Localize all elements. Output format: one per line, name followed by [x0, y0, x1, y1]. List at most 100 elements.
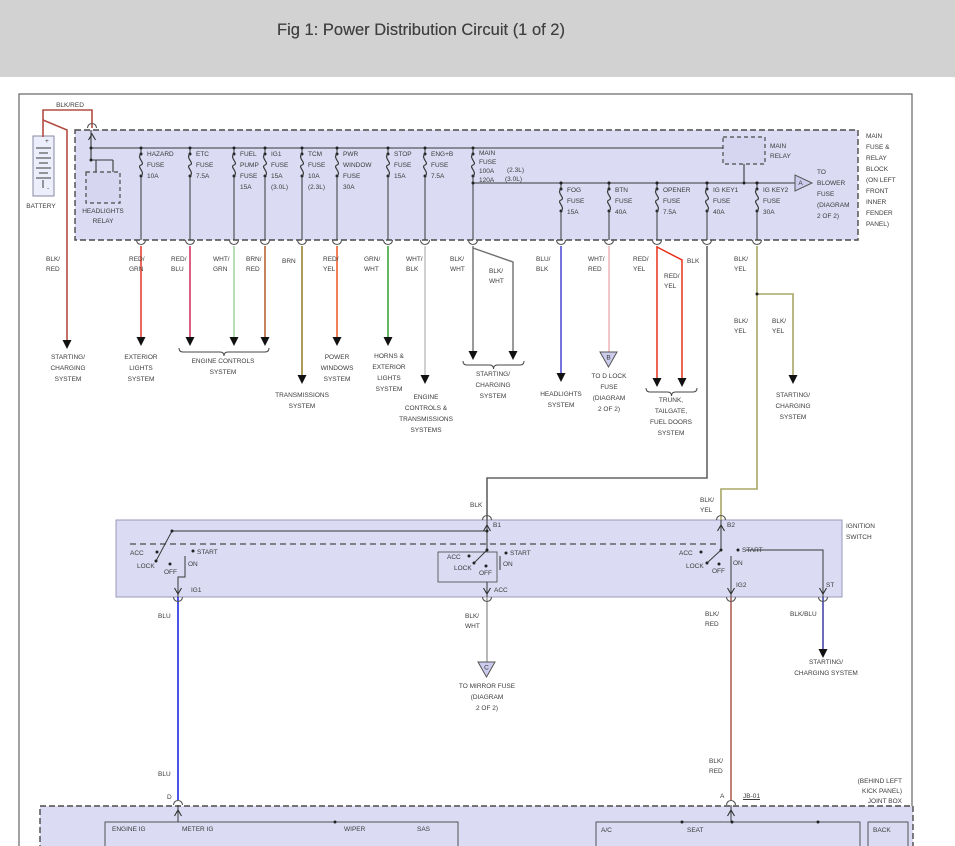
dest-label: TRANSMISSIONS SYSTEM: [275, 390, 329, 412]
junction-dot: [706, 182, 709, 185]
fuse-label-tcm: TCM FUSE 10A (2.3L): [308, 149, 325, 193]
dest-label: STARTING/ CHARGING SYSTEM: [50, 352, 85, 385]
dest-arrowhead: [789, 375, 798, 384]
switch-pos: START: [742, 546, 763, 556]
dest-arrowhead: [384, 337, 393, 346]
dest-label: HORNS & EXTERIOR LIGHTS SYSTEM: [372, 351, 405, 395]
dest-arrowhead: [421, 375, 430, 384]
terminal-st: ST: [826, 581, 834, 591]
wire-label: BLU: [158, 612, 171, 622]
joint-section: SEAT: [687, 826, 704, 836]
wire-label: RED/ YEL: [323, 255, 339, 275]
dest-label: TO D LOCK FUSE (DIAGRAM 2 OF 2): [592, 371, 627, 415]
ignition-switch-label: IGNITION SWITCH: [846, 521, 875, 543]
switch-pos: OFF: [479, 569, 492, 579]
dest-arrowhead: [653, 378, 662, 387]
eng-b-fuse-junction: [424, 147, 427, 150]
connector-a-letter: A: [798, 180, 803, 187]
connector-b-letter: B: [606, 355, 610, 362]
junction-dot: [505, 552, 508, 555]
fuse-label-fog: FOG FUSE 15A: [567, 185, 584, 218]
wire-label: WHT/ BLK: [406, 255, 423, 275]
pwr-window-fuse-junction: [336, 147, 339, 150]
terminal-b1: B1: [493, 521, 501, 531]
wire-label: BLK/ YEL: [772, 317, 786, 337]
diagram-geometry: A B C: [0, 0, 955, 846]
headlights-relay-label: HEADLIGHTS RELAY: [82, 207, 124, 227]
fuse-label-main: MAIN FUSE 100A 120A: [479, 149, 496, 185]
junction-dot: [192, 550, 195, 553]
battery-label: BATTERY: [26, 202, 55, 212]
switch-pos: ACC: [679, 549, 693, 559]
switch-pos: START: [510, 549, 531, 559]
switch-pos: OFF: [712, 567, 725, 577]
wire-label: BLK/ YEL: [734, 255, 748, 275]
fuse-label-hazard: HAZARD FUSE 10A: [147, 149, 174, 182]
junction-dot: [756, 182, 759, 185]
etc-fuse-junction: [189, 147, 192, 150]
dest-label: STARTING/ CHARGING SYSTEM: [475, 369, 510, 402]
fuse-label-fuel-pump: FUEL PUMP FUSE 15A: [240, 149, 259, 193]
joint-section: A/C: [601, 826, 612, 836]
dest-label: ENGINE CONTROLS & TRANSMISSIONS SYSTEMS: [399, 392, 453, 436]
wire-label: BLU: [158, 770, 171, 780]
fuse-label-eng-b: ENG+B FUSE 7.5A: [431, 149, 453, 182]
wire-label: WHT/ GRN: [213, 255, 230, 275]
wire-label: RED/ BLU: [171, 255, 187, 275]
junction-dot: [608, 182, 611, 185]
main-relay-box: [723, 137, 765, 164]
joint-section: SAS: [417, 825, 430, 835]
junction-dot: [743, 182, 746, 185]
fuse-label-btn: BTN FUSE 40A: [615, 185, 632, 218]
junction-dot: [817, 821, 820, 824]
switch-pos: LOCK: [686, 562, 704, 572]
joint-section: BACK: [873, 826, 891, 836]
group-brace: [463, 361, 524, 369]
dest-label: EXTERIOR LIGHTS SYSTEM: [124, 352, 157, 385]
dest-arrowhead: [137, 337, 146, 346]
junction-dot: [156, 551, 159, 554]
tcm-fuse-junction: [301, 147, 304, 150]
exit-blk-yel: [721, 246, 757, 520]
exit-red-yel-b: [657, 247, 682, 384]
junction-dot: [486, 549, 489, 552]
connector-c-letter: C: [484, 665, 489, 672]
junction-dot: [681, 821, 684, 824]
battery-plus: +: [45, 137, 49, 147]
junction-dot: [486, 530, 489, 533]
connector-arc: [174, 801, 183, 806]
junction-dot: [169, 563, 172, 566]
dest-arrowhead: [261, 337, 270, 346]
wire-label: BLK/RED: [56, 101, 84, 111]
wire-label: BLK/ WHT: [450, 255, 465, 275]
junction-dot: [485, 565, 488, 568]
fuse-label-pwr-window: PWR WINDOW FUSE 30A: [343, 149, 372, 193]
fuse-label-ig-key2: IG KEY2 FUSE 30A: [763, 185, 788, 218]
wire-label: BLK/ WHT: [489, 267, 504, 287]
dest-arrowhead: [333, 337, 342, 346]
fuse-label-ig1: IG1 FUSE 15A (3.0L): [271, 149, 288, 193]
junction-dot: [656, 182, 659, 185]
junction-dot: [334, 821, 337, 824]
joint-box: [40, 806, 913, 846]
joint-section: WIPER: [344, 825, 365, 835]
main-fuse-junction: [472, 147, 475, 150]
junction-dot: [756, 293, 759, 296]
junction-dot: [468, 555, 471, 558]
wire-label: WHT/ RED: [588, 255, 605, 275]
switch-pos: ACC: [130, 549, 144, 559]
dest-label: STARTING/ CHARGING SYSTEM: [775, 390, 810, 423]
terminal-acc: ACC: [494, 586, 508, 596]
fuse-label-stop: STOP FUSE 15A: [394, 149, 412, 182]
wire-label: BLK/BLU: [790, 610, 817, 620]
terminal-d: D: [167, 793, 172, 803]
terminal-b2: B2: [727, 521, 735, 531]
to-blower-note: TO BLOWER FUSE (DIAGRAM 2 OF 2): [817, 167, 850, 222]
junction-dot: [718, 563, 721, 566]
joint-section: METER IG: [182, 825, 213, 835]
wire-label: BLK/ RED: [46, 255, 60, 275]
junction-dot: [90, 159, 93, 162]
ig1-fuse-junction: [264, 147, 267, 150]
dest-arrowhead: [230, 337, 239, 346]
dest-label: ENGINE CONTROLS SYSTEM: [192, 356, 255, 378]
